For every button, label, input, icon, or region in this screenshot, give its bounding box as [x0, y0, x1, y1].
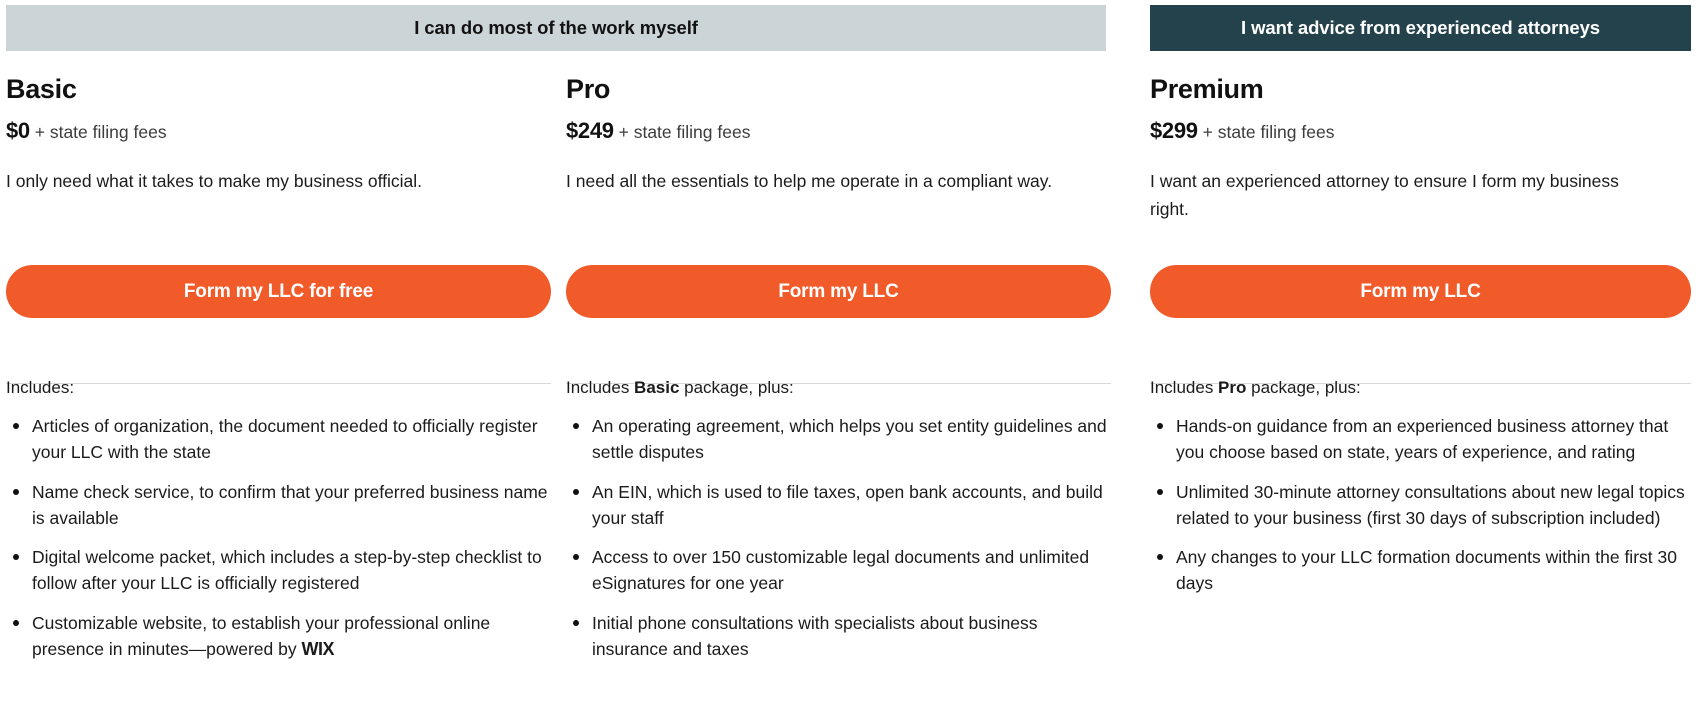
- plan-price: $0: [6, 117, 30, 143]
- plan-card-premium: Premium $299 + state filing fees I want …: [1150, 51, 1691, 709]
- plan-price-line: $0 + state filing fees: [6, 118, 551, 144]
- includes-prefix: Includes:: [6, 378, 75, 397]
- includes-section: Includes: Articles of organization, the …: [6, 377, 551, 676]
- banner-attorney-advice: I want advice from experienced attorneys: [1150, 5, 1691, 51]
- pricing-comparison-page: I can do most of the work myself I want …: [0, 0, 1697, 709]
- feature-list: An operating agreement, which helps you …: [566, 413, 1111, 662]
- plan-card-basic: Basic $0 + state filing fees I only need…: [6, 51, 551, 709]
- includes-section: Includes Pro package, plus: Hands-on gui…: [1150, 377, 1691, 610]
- form-llc-button[interactable]: Form my LLC: [1150, 265, 1691, 318]
- includes-bold-plan: Basic: [634, 378, 680, 397]
- includes-bold-plan: Pro: [1218, 378, 1247, 397]
- list-item: Customizable website, to establish your …: [6, 610, 551, 663]
- plan-name: Pro: [566, 74, 611, 104]
- plan-price-suffix: + state filing fees: [1202, 121, 1335, 142]
- wix-logo: WIX: [301, 638, 334, 659]
- list-item: Hands-on guidance from an experienced bu…: [1150, 413, 1691, 466]
- plan-price-line: $299 + state filing fees: [1150, 118, 1691, 144]
- plan-price-suffix: + state filing fees: [618, 121, 751, 142]
- feature-list: Articles of organization, the document n…: [6, 413, 551, 663]
- list-item: Initial phone consultations with special…: [566, 610, 1111, 663]
- plan-name: Basic: [6, 74, 77, 104]
- list-item: Access to over 150 customizable legal do…: [566, 544, 1111, 597]
- includes-section: Includes Basic package, plus: An operati…: [566, 377, 1111, 675]
- plan-description: I only need what it takes to make my bus…: [6, 171, 422, 192]
- list-item: Digital welcome packet, which includes a…: [6, 544, 551, 597]
- plan-price: $249: [566, 117, 614, 143]
- feature-list: Hands-on guidance from an experienced bu…: [1150, 413, 1691, 597]
- includes-suffix: package, plus:: [679, 378, 794, 397]
- list-item: Any changes to your LLC formation docume…: [1150, 544, 1691, 597]
- plan-description: I need all the essentials to help me ope…: [566, 171, 1053, 192]
- list-item-text: Customizable website, to establish your …: [32, 612, 491, 659]
- includes-label: Includes Pro package, plus:: [1150, 377, 1691, 399]
- banner-diy: I can do most of the work myself: [6, 5, 1106, 51]
- list-item: Unlimited 30-minute attorney consultatio…: [1150, 479, 1691, 532]
- plan-price-line: $249 + state filing fees: [566, 118, 1111, 144]
- includes-suffix: package, plus:: [1246, 378, 1361, 397]
- list-item: An EIN, which is used to file taxes, ope…: [566, 479, 1111, 532]
- plan-name: Premium: [1150, 74, 1264, 104]
- includes-label: Includes Basic package, plus:: [566, 377, 1111, 399]
- includes-prefix: Includes: [1150, 378, 1219, 397]
- cta-wrapper: Form my LLC: [1150, 265, 1691, 318]
- includes-prefix: Includes: [566, 378, 635, 397]
- list-item: An operating agreement, which helps you …: [566, 413, 1111, 466]
- plan-price: $299: [1150, 117, 1198, 143]
- banner-row: I can do most of the work myself I want …: [0, 5, 1697, 51]
- form-llc-button[interactable]: Form my LLC for free: [6, 265, 551, 318]
- plan-price-suffix: + state filing fees: [34, 121, 167, 142]
- plan-columns: Basic $0 + state filing fees I only need…: [0, 51, 1697, 709]
- cta-wrapper: Form my LLC for free: [6, 265, 551, 318]
- list-item: Name check service, to confirm that your…: [6, 479, 551, 532]
- plan-description: I want an experienced attorney to ensure…: [1150, 171, 1619, 219]
- includes-label: Includes:: [6, 377, 551, 399]
- list-item: Articles of organization, the document n…: [6, 413, 551, 466]
- form-llc-button[interactable]: Form my LLC: [566, 265, 1111, 318]
- cta-wrapper: Form my LLC: [566, 265, 1111, 318]
- plan-card-pro: Pro $249 + state filing fees I need all …: [566, 51, 1111, 709]
